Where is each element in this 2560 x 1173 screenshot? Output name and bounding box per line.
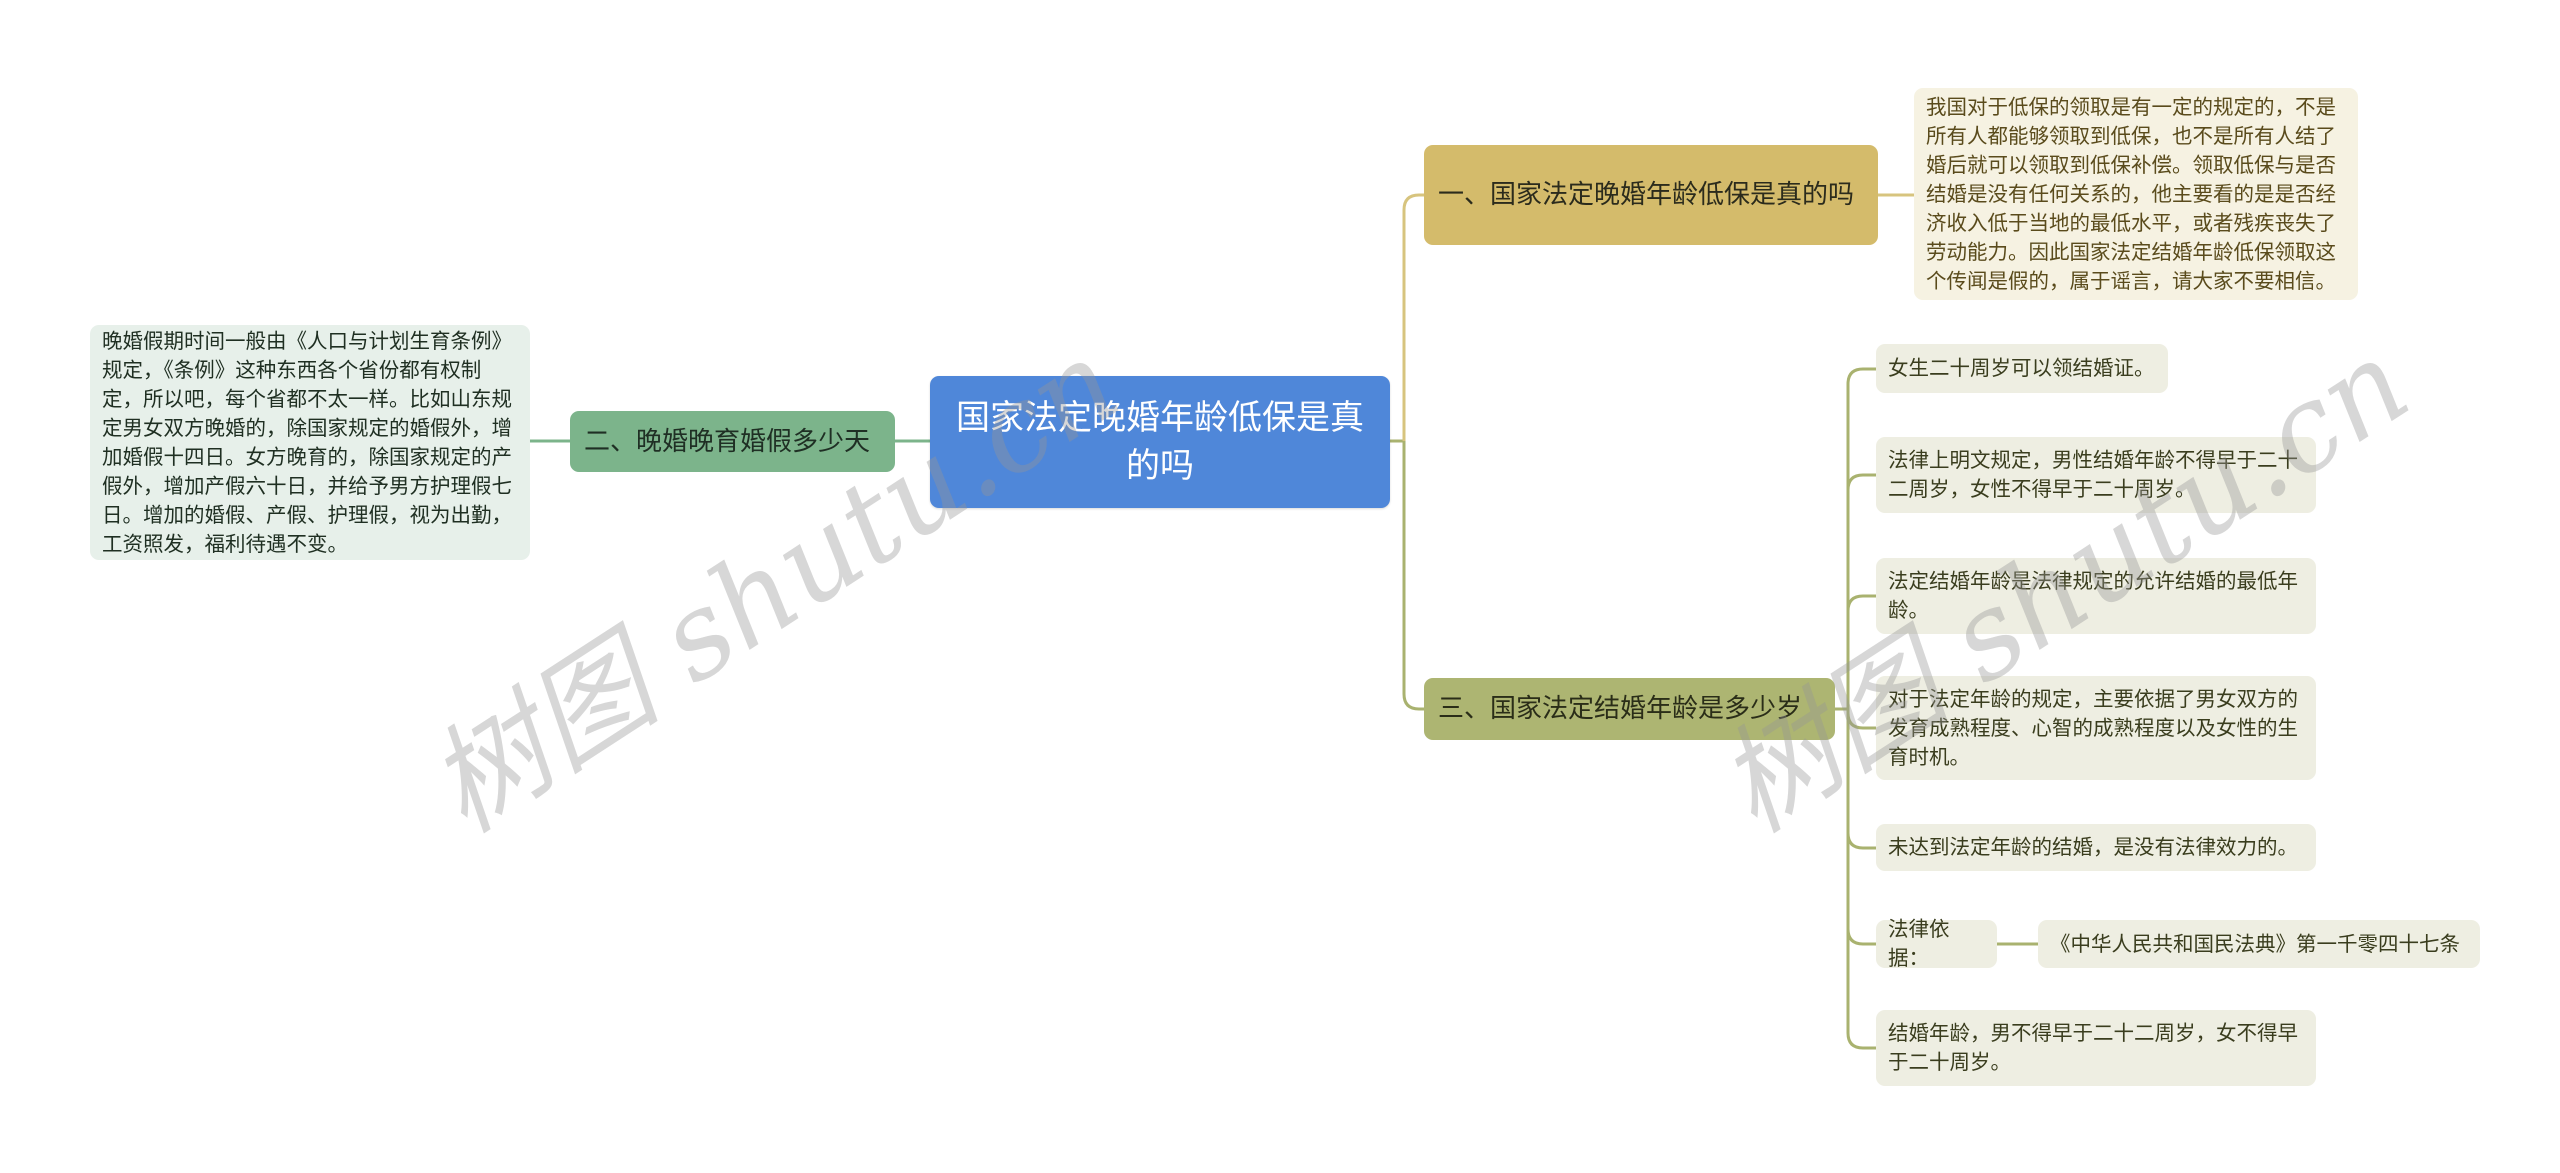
link-leaf3-2 [1846, 473, 1876, 491]
link-leaf3-3 [1846, 594, 1876, 612]
branch-node-3-label: 三、国家法定结婚年龄是多少岁 [1438, 694, 1803, 724]
branch-2-leaf-1[interactable]: 晚婚假期时间一般由《人口与计划生育条例》规定，《条例》这种东西各个省份都有权制定… [90, 325, 530, 560]
leaf-text: 法律依据： [1888, 917, 1950, 970]
link-leaf3-1 [1846, 367, 1876, 385]
leaf-text: 未达到法定年龄的结婚，是没有法律效力的。 [1888, 835, 2298, 859]
leaf-text: 法律上明文规定，男性结婚年龄不得早于二十二周岁，女性不得早于二十周岁。 [1888, 448, 2298, 501]
link-leaf3-5 [1846, 832, 1876, 850]
branch-3-leaf-5[interactable]: 未达到法定年龄的结婚，是没有法律效力的。 [1876, 824, 2316, 871]
branch-node-1[interactable]: 一、国家法定晚婚年龄低保是真的吗 [1424, 145, 1878, 245]
branch-1-leaf-1[interactable]: 我国对于低保的领取是有一定的规定的，不是所有人都能够领取到低保，也不是所有人结了… [1914, 88, 2358, 300]
leaf-text: 法定结婚年龄是法律规定的允许结婚的最低年龄。 [1888, 569, 2298, 622]
link-leaf3-7 [1846, 1032, 1876, 1050]
leaf-text: 《中华人民共和国民法典》第一千零四十七条 [2050, 931, 2460, 956]
leaf-text: 女生二十周岁可以领结婚证。 [1888, 356, 2155, 380]
root-node-label: 国家法定晚婚年龄低保是真的吗 [956, 398, 1364, 486]
branch-3-leaf-1[interactable]: 女生二十周岁可以领结婚证。 [1876, 344, 2168, 393]
branch-node-3[interactable]: 三、国家法定结婚年龄是多少岁 [1424, 678, 1835, 740]
root-node[interactable]: 国家法定晚婚年龄低保是真的吗 [930, 376, 1390, 508]
branch-node-2[interactable]: 二、晚婚晚育婚假多少天 [570, 411, 895, 472]
link-leaf3-6 [1846, 928, 1876, 946]
leaf-text: 结婚年龄，男不得早于二十二周岁，女不得早于二十周岁。 [1888, 1021, 2298, 1074]
legal-basis-citation[interactable]: 《中华人民共和国民法典》第一千零四十七条 [2038, 920, 2480, 968]
branch-node-1-label: 一、国家法定晚婚年龄低保是真的吗 [1438, 180, 1855, 210]
leaf-text: 我国对于低保的领取是有一定的规定的，不是所有人都能够领取到低保，也不是所有人结了… [1926, 94, 2336, 293]
mindmap-canvas: 国家法定晚婚年龄低保是真的吗 一、国家法定晚婚年龄低保是真的吗 我国对于低保的领… [0, 0, 2560, 1173]
link-root-branch3 [1402, 441, 1424, 711]
leaf-text: 晚婚假期时间一般由《人口与计划生育条例》规定，《条例》这种东西各个省份都有权制定… [102, 328, 512, 556]
branch-node-2-label: 二、晚婚晚育婚假多少天 [584, 426, 871, 457]
link-root-branch1 [1402, 193, 1424, 441]
branch-3-leaf-legal-basis[interactable]: 法律依据： [1876, 917, 1997, 970]
branch-3-leaf-4[interactable]: 对于法定年龄的规定，主要依据了男女双方的发育成熟程度、心智的成熟程度以及女性的生… [1876, 676, 2316, 780]
branch-3-leaf-7[interactable]: 结婚年龄，男不得早于二十二周岁，女不得早于二十周岁。 [1876, 1010, 2316, 1086]
branch-3-leaf-3[interactable]: 法定结婚年龄是法律规定的允许结婚的最低年龄。 [1876, 558, 2316, 634]
link-leaf3-4 [1846, 712, 1876, 730]
leaf-text: 对于法定年龄的规定，主要依据了男女双方的发育成熟程度、心智的成熟程度以及女性的生… [1888, 686, 2298, 769]
branch-3-leaf-2[interactable]: 法律上明文规定，男性结婚年龄不得早于二十二周岁，女性不得早于二十周岁。 [1876, 437, 2316, 513]
